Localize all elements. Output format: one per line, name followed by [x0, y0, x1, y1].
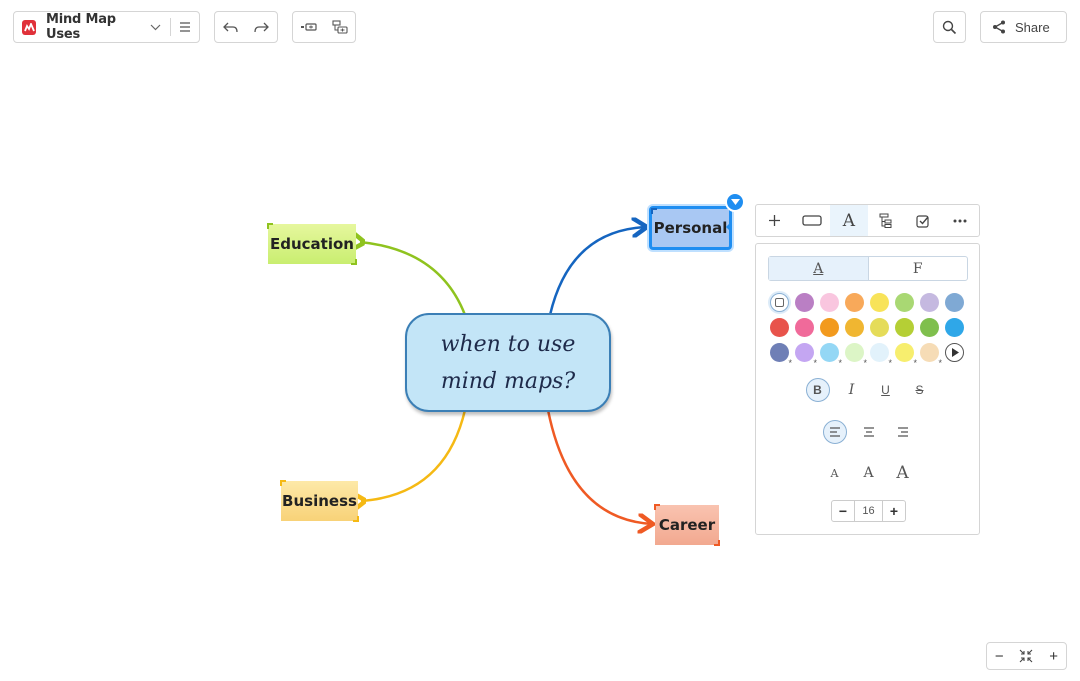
corner-mark — [651, 208, 657, 214]
color-swatch[interactable] — [895, 318, 914, 337]
text-format-label: A — [842, 210, 856, 231]
task-checkbox-icon[interactable] — [905, 205, 942, 236]
color-swatch[interactable] — [795, 343, 817, 368]
no-color-swatch[interactable] — [770, 293, 789, 312]
font-size-value[interactable]: 16 — [854, 501, 883, 521]
text-style-row: B I U S — [756, 378, 981, 402]
color-swatch[interactable] — [845, 293, 864, 312]
shape-icon[interactable] — [793, 205, 830, 236]
color-swatch[interactable] — [895, 343, 917, 368]
zoom-controls: − + — [986, 642, 1067, 670]
topic-business[interactable]: Business — [280, 480, 359, 522]
color-swatch[interactable] — [795, 293, 814, 312]
more-options-icon[interactable] — [942, 205, 979, 236]
color-swatch[interactable] — [945, 318, 964, 337]
text-format-icon[interactable]: A — [830, 205, 868, 236]
color-swatch[interactable] — [795, 318, 814, 337]
layout-icon[interactable] — [868, 205, 905, 236]
font-size-stepper: − 16 + — [831, 500, 906, 522]
more-colors-icon[interactable] — [945, 343, 964, 362]
font-size-increase[interactable]: + — [883, 501, 905, 521]
color-swatch[interactable] — [820, 318, 839, 337]
color-swatch[interactable] — [845, 318, 864, 337]
central-topic-line-1: when to use — [440, 331, 576, 357]
text-color-tab[interactable]: A — [769, 257, 869, 280]
corner-mark — [714, 540, 720, 546]
alignment-row — [756, 420, 981, 444]
align-center-icon[interactable] — [857, 420, 881, 444]
fit-to-screen-icon[interactable] — [1019, 649, 1033, 663]
color-swatch[interactable] — [845, 343, 867, 368]
color-swatch[interactable] — [920, 293, 939, 312]
color-swatch[interactable] — [820, 343, 842, 368]
topic-business-label: Business — [282, 492, 357, 510]
corner-mark — [654, 504, 660, 510]
central-topic-line-2: mind maps? — [440, 368, 576, 394]
corner-mark — [267, 223, 273, 229]
color-swatch[interactable] — [770, 343, 792, 368]
central-topic[interactable]: when to use mind maps? — [405, 313, 611, 412]
connector-education — [360, 242, 467, 316]
color-swatch[interactable] — [870, 343, 892, 368]
font-size-small[interactable]: A — [823, 461, 847, 485]
format-panel: A F B I U S A A A − 16 + — [755, 243, 980, 535]
connector-career — [546, 409, 653, 524]
topic-education[interactable]: Education — [267, 223, 357, 265]
font-size-decrease[interactable]: − — [832, 501, 854, 521]
topic-personal-selected[interactable]: Personal — [649, 206, 732, 250]
underline-button[interactable]: U — [874, 378, 898, 402]
color-swatch[interactable] — [870, 318, 889, 337]
format-panel-toolbar: A — [755, 204, 980, 237]
color-swatch[interactable] — [920, 343, 942, 368]
font-size-medium[interactable]: A — [857, 461, 881, 485]
add-child-handle-icon[interactable] — [725, 221, 733, 233]
zoom-out-button[interactable]: − — [995, 648, 1004, 665]
text-fill-toggle: A F — [768, 256, 968, 281]
color-swatch[interactable] — [820, 293, 839, 312]
font-size-large[interactable]: A — [891, 461, 915, 485]
topic-education-label: Education — [270, 235, 354, 253]
italic-button[interactable]: I — [840, 378, 864, 402]
color-swatch[interactable] — [945, 293, 964, 312]
zoom-in-button[interactable]: + — [1049, 648, 1058, 665]
topic-personal-label: Personal — [653, 219, 728, 237]
swatch-row — [770, 293, 970, 312]
fill-color-tab[interactable]: F — [869, 257, 968, 280]
topic-career-label: Career — [658, 516, 716, 534]
corner-mark — [280, 480, 286, 486]
strikethrough-button[interactable]: S — [908, 378, 932, 402]
connector-business — [361, 409, 467, 501]
color-swatch[interactable] — [870, 293, 889, 312]
collapse-toggle-icon[interactable] — [725, 192, 745, 212]
color-palette — [770, 293, 970, 368]
color-swatch[interactable] — [920, 318, 939, 337]
color-swatch[interactable] — [770, 318, 789, 337]
color-swatch[interactable] — [895, 293, 914, 312]
connector-personal — [548, 227, 647, 316]
corner-mark — [353, 516, 359, 522]
align-right-icon[interactable] — [891, 420, 915, 444]
font-size-presets: A A A — [756, 461, 981, 485]
swatch-row — [770, 343, 970, 368]
corner-mark — [351, 259, 357, 265]
align-left-icon[interactable] — [822, 420, 847, 444]
add-topic-icon[interactable] — [756, 205, 793, 236]
swatch-row — [770, 318, 970, 337]
bold-button[interactable]: B — [805, 378, 830, 402]
topic-career[interactable]: Career — [654, 504, 720, 546]
